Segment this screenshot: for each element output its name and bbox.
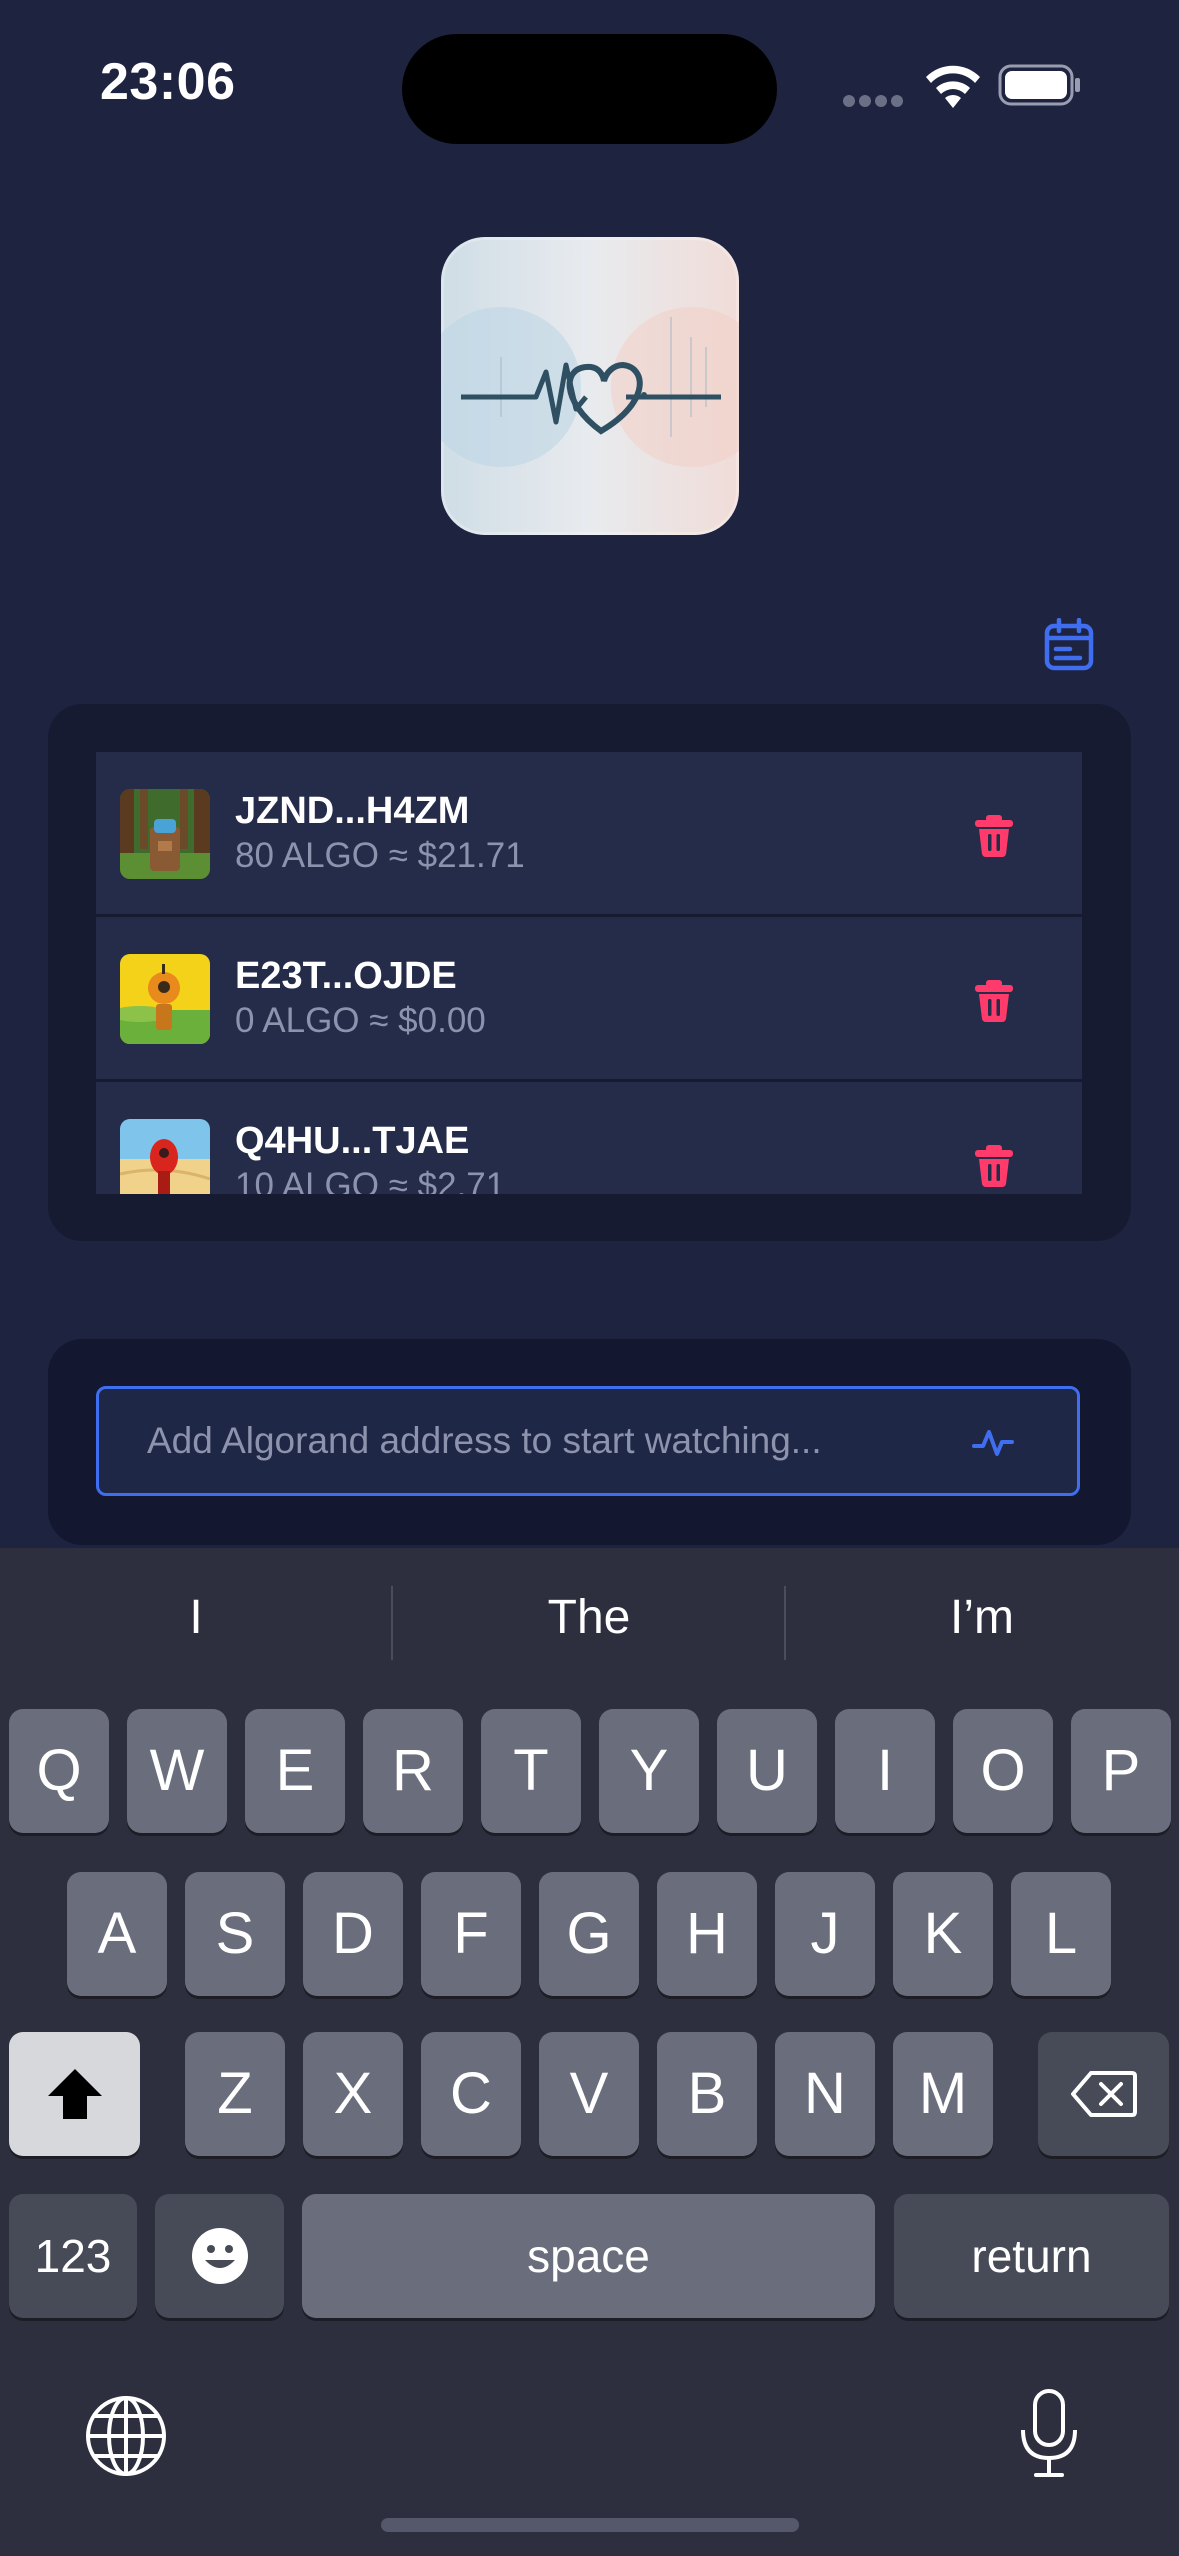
backspace-icon <box>1070 2071 1137 2117</box>
key-s[interactable]: S <box>185 1872 285 1996</box>
app-logo <box>441 237 739 535</box>
key-d[interactable]: D <box>303 1872 403 1996</box>
wallet-avatar <box>120 1119 210 1194</box>
home-indicator[interactable] <box>381 2518 799 2532</box>
microphone-icon[interactable] <box>1018 2388 1080 2480</box>
wallet-avatar <box>120 789 210 879</box>
key-c[interactable]: C <box>421 2032 521 2156</box>
key-f[interactable]: F <box>421 1872 521 1996</box>
key-e[interactable]: E <box>245 1709 345 1833</box>
cellular-signal-icon <box>843 94 907 108</box>
suggestion-2[interactable]: The <box>393 1590 785 1645</box>
key-m[interactable]: M <box>893 2032 993 2156</box>
trash-icon[interactable] <box>974 814 1014 858</box>
key-i[interactable]: I <box>835 1709 935 1833</box>
status-time: 23:06 <box>100 53 236 111</box>
wallet-list[interactable]: JZND...H4ZM 80 ALGO ≈ $21.71 E23T...OJDE… <box>96 752 1082 1194</box>
wallet-address: JZND...H4ZM <box>235 790 470 832</box>
suggestion-1[interactable]: I <box>0 1590 392 1645</box>
wallet-address: Q4HU...TJAE <box>235 1120 470 1162</box>
key-g[interactable]: G <box>539 1872 639 1996</box>
globe-icon[interactable] <box>84 2394 168 2478</box>
wallet-balance: 10 ALGO ≈ $2.71 <box>235 1166 506 1194</box>
battery-icon <box>998 64 1080 106</box>
key-n[interactable]: N <box>775 2032 875 2156</box>
key-x[interactable]: X <box>303 2032 403 2156</box>
address-field-container[interactable] <box>96 1386 1080 1496</box>
wallet-balance: 80 ALGO ≈ $21.71 <box>235 836 525 875</box>
suggestion-3[interactable]: I’m <box>786 1590 1178 1645</box>
key-a[interactable]: A <box>67 1872 167 1996</box>
key-q[interactable]: Q <box>9 1709 109 1833</box>
dynamic-island <box>402 34 777 144</box>
emoji-key[interactable] <box>155 2194 284 2318</box>
calendar-icon[interactable] <box>1044 618 1094 672</box>
return-key[interactable]: return <box>894 2194 1169 2318</box>
key-v[interactable]: V <box>539 2032 639 2156</box>
shift-icon <box>47 2069 102 2119</box>
wallet-balance: 0 ALGO ≈ $0.00 <box>235 1001 486 1040</box>
key-k[interactable]: K <box>893 1872 993 1996</box>
wallet-row[interactable]: JZND...H4ZM 80 ALGO ≈ $21.71 <box>96 752 1082 914</box>
software-keyboard: I The I’m Q W E R T Y U I O P A S D F G … <box>0 1548 1179 2556</box>
address-input[interactable] <box>147 1389 947 1493</box>
trash-icon[interactable] <box>974 979 1014 1023</box>
key-y[interactable]: Y <box>599 1709 699 1833</box>
key-w[interactable]: W <box>127 1709 227 1833</box>
pulse-icon[interactable] <box>971 1424 1015 1462</box>
key-b[interactable]: B <box>657 2032 757 2156</box>
emoji-icon <box>191 2228 248 2284</box>
wallet-row[interactable]: E23T...OJDE 0 ALGO ≈ $0.00 <box>96 917 1082 1079</box>
wifi-icon <box>926 65 980 108</box>
wallet-row[interactable]: Q4HU...TJAE 10 ALGO ≈ $2.71 <box>96 1082 1082 1194</box>
space-key[interactable]: space <box>302 2194 875 2318</box>
shift-key[interactable] <box>9 2032 140 2156</box>
heartbeat-icon <box>441 307 739 467</box>
key-t[interactable]: T <box>481 1709 581 1833</box>
key-p[interactable]: P <box>1071 1709 1171 1833</box>
trash-icon[interactable] <box>974 1144 1014 1188</box>
numbers-key[interactable]: 123 <box>9 2194 137 2318</box>
key-o[interactable]: O <box>953 1709 1053 1833</box>
key-j[interactable]: J <box>775 1872 875 1996</box>
key-z[interactable]: Z <box>185 2032 285 2156</box>
key-u[interactable]: U <box>717 1709 817 1833</box>
delete-key[interactable] <box>1038 2032 1169 2156</box>
key-l[interactable]: L <box>1011 1872 1111 1996</box>
key-r[interactable]: R <box>363 1709 463 1833</box>
key-h[interactable]: H <box>657 1872 757 1996</box>
wallet-avatar <box>120 954 210 1044</box>
wallet-address: E23T...OJDE <box>235 955 457 997</box>
